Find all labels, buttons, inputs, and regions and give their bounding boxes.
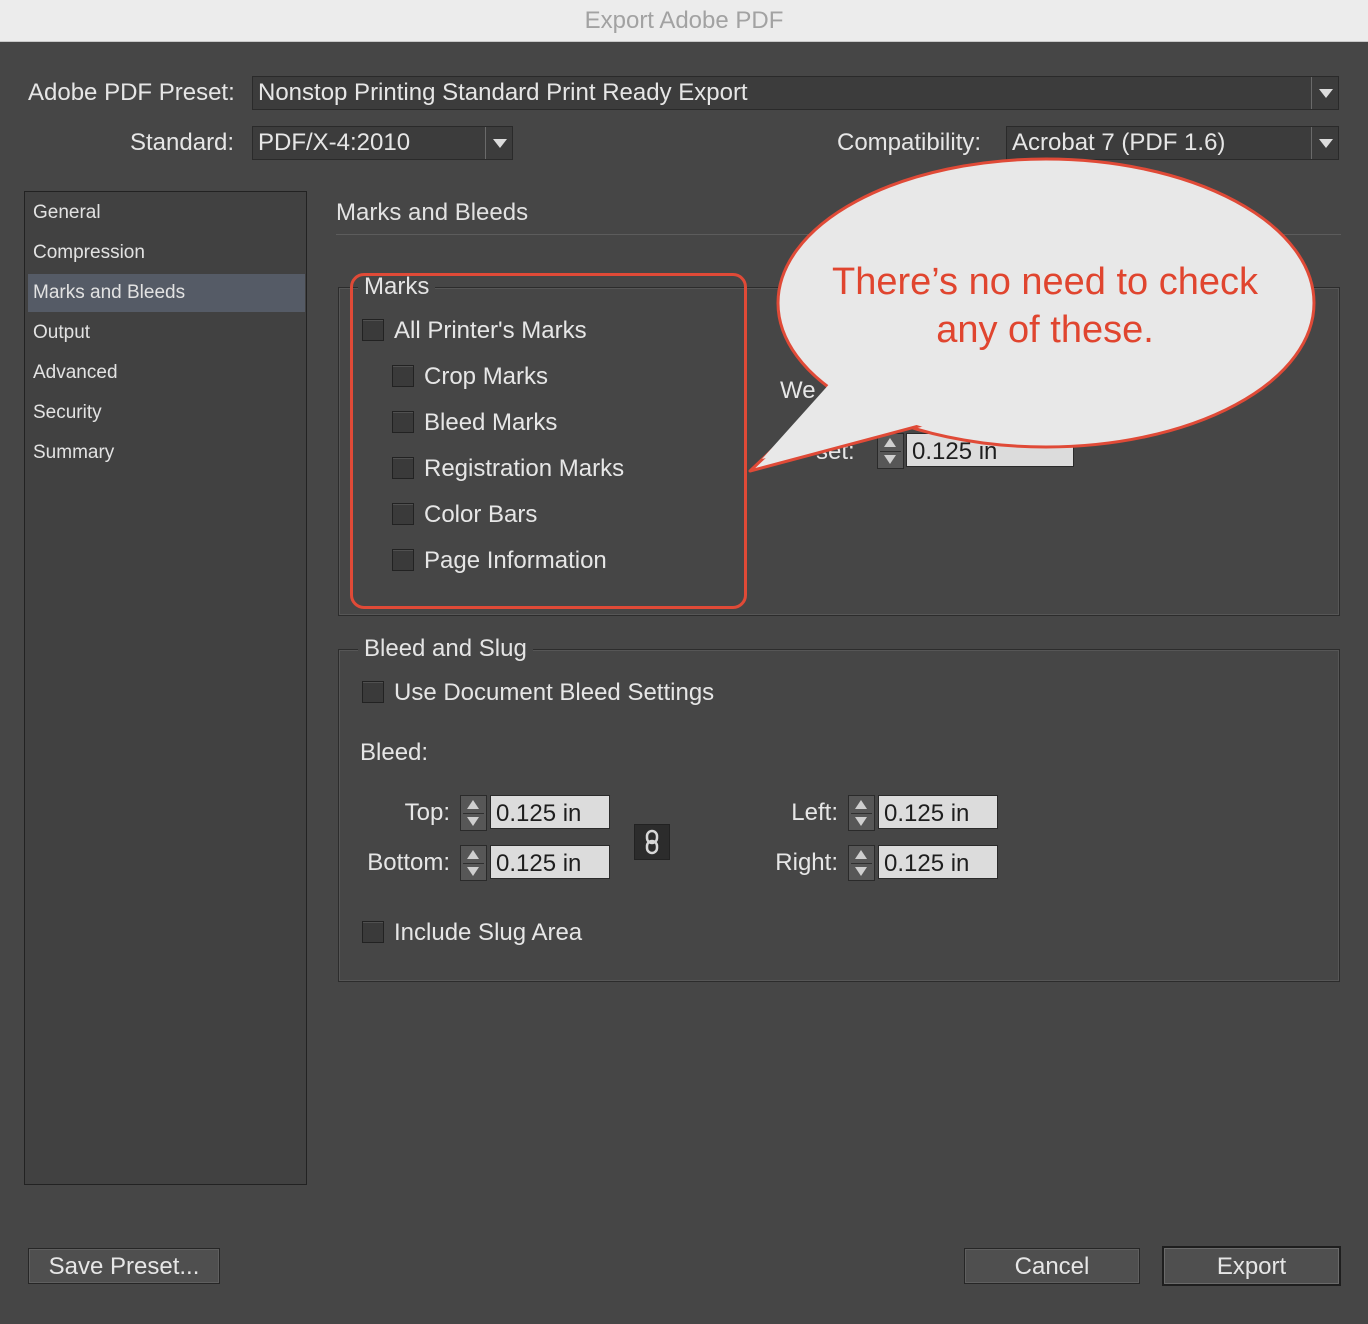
right-input[interactable]: 0.125 in [878,845,998,879]
compatibility-value: Acrobat 7 (PDF 1.6) [1012,129,1226,156]
right-label: Right: [775,849,838,876]
bottom-input[interactable]: 0.125 in [490,845,610,879]
bleed-label: Bleed: [360,739,429,766]
bottom-label: Bottom: [367,849,450,876]
use-document-bleed-label: Use Document Bleed Settings [394,679,715,706]
compatibility-label: Compatibility: [837,129,982,156]
include-slug-label: Include Slug Area [394,919,583,946]
top-label: Top: [404,799,450,826]
sidebar-item-summary[interactable]: Summary [28,434,305,472]
right-stepper[interactable] [848,845,875,881]
callout-line-2: any of these. [936,309,1154,351]
sidebar-item-output[interactable]: Output [28,314,305,352]
bottom-stepper[interactable] [460,845,487,881]
top-stepper[interactable] [460,795,487,831]
chevron-down-icon [485,127,512,159]
chain-link-icon [645,829,659,855]
standard-dropdown[interactable]: PDF/X-4:2010 [252,126,513,160]
sidebar-item-compression[interactable]: Compression [28,234,305,272]
left-stepper[interactable] [848,795,875,831]
sidebar: General Compression Marks and Bleeds Out… [24,191,307,1185]
cancel-button[interactable]: Cancel [964,1248,1140,1284]
left-label: Left: [791,799,838,826]
top-input[interactable]: 0.125 in [490,795,610,829]
bleed-slug-legend: Bleed and Slug [358,635,533,663]
left-input[interactable]: 0.125 in [878,795,998,829]
chevron-down-icon [1311,77,1338,109]
link-bleed-button[interactable] [634,824,670,860]
callout-line-1: There’s no need to check [831,261,1258,303]
include-slug-checkbox[interactable] [362,921,384,943]
sidebar-item-security[interactable]: Security [28,394,305,432]
standard-value: PDF/X-4:2010 [258,129,411,156]
use-document-bleed-checkbox[interactable] [362,681,384,703]
preset-value: Nonstop Printing Standard Print Ready Ex… [258,79,748,106]
preset-label: Adobe PDF Preset: [28,79,235,106]
sidebar-item-marks-and-bleeds[interactable]: Marks and Bleeds [28,274,305,312]
window-title: Export Adobe PDF [0,0,1368,42]
save-preset-button[interactable]: Save Preset... [28,1248,220,1284]
export-button[interactable]: Export [1162,1246,1341,1286]
preset-dropdown[interactable]: Nonstop Printing Standard Print Ready Ex… [252,76,1339,110]
sidebar-item-advanced[interactable]: Advanced [28,354,305,392]
annotation-highlight-box [350,273,747,609]
callout-text: There’s no need to check any of these. [790,258,1300,354]
sidebar-item-general[interactable]: General [28,194,305,232]
standard-label: Standard: [130,129,235,156]
section-title: Marks and Bleeds [336,199,529,226]
